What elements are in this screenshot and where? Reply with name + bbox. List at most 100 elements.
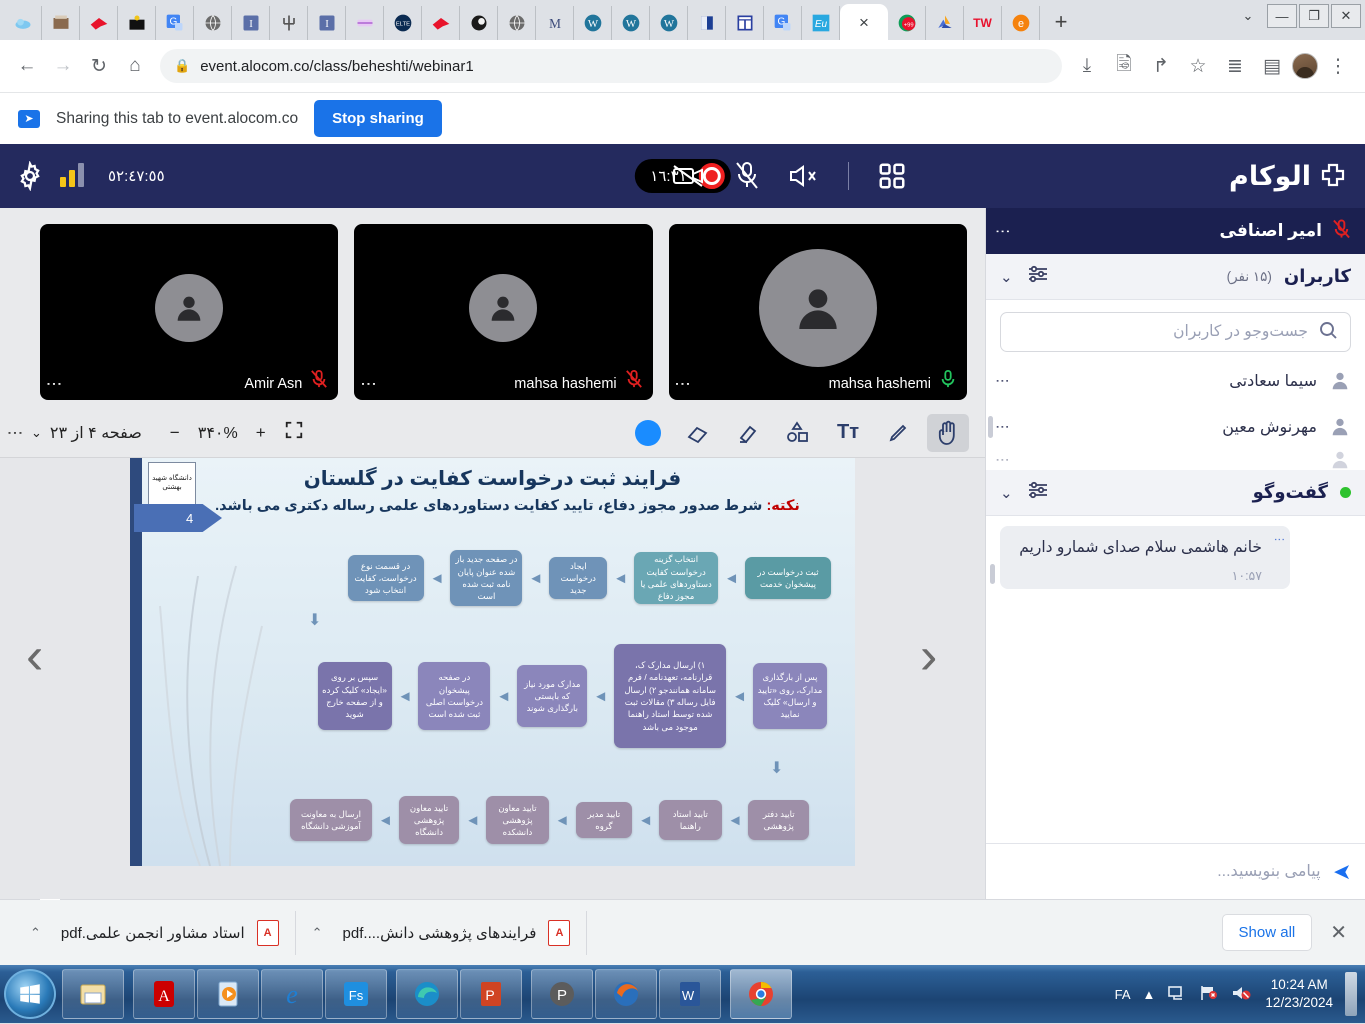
close-shelf-button[interactable]: ✕ <box>1330 920 1351 945</box>
browser-tab[interactable]: M <box>536 6 574 40</box>
mic-off-icon[interactable] <box>734 161 760 191</box>
close-icon[interactable]: × <box>859 14 869 31</box>
profile-avatar[interactable] <box>1292 53 1318 79</box>
color-picker-tool[interactable] <box>627 414 669 452</box>
stop-sharing-button[interactable]: Stop sharing <box>314 100 442 137</box>
video-tile[interactable]: ⋮ mahsa hashemi <box>669 224 967 400</box>
grid-layout-icon[interactable] <box>877 161 907 191</box>
language-indicator[interactable]: FA <box>1115 987 1131 1002</box>
new-tab-button[interactable]: + <box>1046 7 1076 37</box>
clock[interactable]: 10:24 AM 12/23/2024 <box>1265 976 1333 1012</box>
action-center-icon[interactable] <box>1199 984 1219 1005</box>
browser-tab[interactable] <box>346 6 384 40</box>
user-menu-icon[interactable]: ⋮ <box>1000 374 1005 388</box>
user-menu-icon[interactable]: ⋮ <box>1000 453 1005 467</box>
message-input[interactable] <box>1000 863 1321 881</box>
zoom-in-button[interactable]: + <box>256 423 266 443</box>
zoom-out-button[interactable]: − <box>170 423 180 443</box>
volume-muted-icon[interactable] <box>1231 984 1253 1005</box>
pencil-tool[interactable] <box>877 414 919 452</box>
chevron-down-icon[interactable]: ⌄ <box>1000 484 1013 502</box>
powerpoint-icon[interactable]: P <box>460 969 522 1019</box>
filter-settings-icon[interactable] <box>1027 264 1049 289</box>
reading-list-icon[interactable]: ≣ <box>1218 49 1252 83</box>
chat-section-header[interactable]: گفت‌وگو ⌄ <box>986 470 1365 516</box>
gear-icon[interactable] <box>14 160 46 192</box>
back-button[interactable]: ← <box>10 49 44 83</box>
browser-tab[interactable] <box>118 6 156 40</box>
close-window-button[interactable]: ✕ <box>1331 4 1361 28</box>
show-desktop-button[interactable] <box>1345 972 1357 1016</box>
video-tile[interactable]: ⋮ Amir Asn <box>40 224 338 400</box>
minimize-button[interactable]: — <box>1267 4 1297 28</box>
tile-menu-icon[interactable]: ⋮ <box>679 376 685 392</box>
browser-tab[interactable]: e <box>1002 6 1040 40</box>
browser-tab-strip[interactable]: G I I ELTE M W W W G Eu × +99 TW e + ⌄ —… <box>0 0 1365 40</box>
browser-tab[interactable]: +99 <box>888 6 926 40</box>
menu-kebab-icon[interactable]: ⋮ <box>1321 49 1355 83</box>
browser-tab[interactable]: Eu <box>802 6 840 40</box>
speaker-off-icon[interactable] <box>788 163 820 189</box>
internet-explorer-icon[interactable]: e <box>261 969 323 1019</box>
text-tool[interactable]: Tᴛ <box>827 414 869 452</box>
chat-scrollbar[interactable] <box>990 564 995 584</box>
filter-settings-icon[interactable] <box>1027 480 1049 505</box>
browser-tab[interactable]: I <box>308 6 346 40</box>
page-indicator[interactable]: ⌄ صفحه ۴ از ۲۳ <box>31 423 142 443</box>
explorer-icon[interactable] <box>62 969 124 1019</box>
chat-message[interactable]: ⋮ خانم هاشمی سلام صدای شمارو داریم ۱۰:۵۷ <box>1000 526 1290 589</box>
browser-tab[interactable] <box>422 6 460 40</box>
show-all-downloads-button[interactable]: Show all <box>1222 914 1313 951</box>
home-button[interactable]: ⌂ <box>118 49 152 83</box>
download-item[interactable]: A استاد مشاور انجمن علمی.pdf ⌃ <box>14 911 296 955</box>
browser-tab[interactable] <box>4 6 42 40</box>
share-icon[interactable]: ↱ <box>1144 49 1178 83</box>
media-player-icon[interactable] <box>197 969 259 1019</box>
shapes-tool[interactable] <box>777 414 819 452</box>
word-icon[interactable]: W <box>659 969 721 1019</box>
chat-messages[interactable]: ⋮ خانم هاشمی سلام صدای شمارو داریم ۱۰:۵۷ <box>986 516 1365 843</box>
search-input[interactable] <box>1013 323 1308 341</box>
show-hidden-icons-icon[interactable]: ▲ <box>1143 987 1156 1002</box>
start-button[interactable] <box>4 969 56 1019</box>
fullscreen-icon[interactable] <box>284 420 304 445</box>
reload-button[interactable]: ↻ <box>82 49 116 83</box>
highlighter-tool[interactable] <box>727 414 769 452</box>
forward-button[interactable]: → <box>46 49 80 83</box>
send-icon[interactable]: ➤ <box>1333 859 1351 885</box>
edge-icon[interactable] <box>396 969 458 1019</box>
browser-tab[interactable] <box>498 6 536 40</box>
maximize-button[interactable]: ❐ <box>1299 4 1329 28</box>
next-page-button[interactable]: › <box>920 626 937 686</box>
browser-tab[interactable]: W <box>650 6 688 40</box>
browser-tab[interactable]: ELTE <box>384 6 422 40</box>
users-scrollbar[interactable] <box>988 416 993 438</box>
chevron-up-icon[interactable]: ⌃ <box>30 925 41 941</box>
message-menu-icon[interactable]: ⋮ <box>1277 534 1281 545</box>
browser-tab[interactable]: G <box>764 6 802 40</box>
browser-tab[interactable]: W <box>574 6 612 40</box>
browser-tab[interactable] <box>80 6 118 40</box>
address-bar[interactable]: 🔒 event.alocom.co/class/beheshti/webinar… <box>160 49 1062 83</box>
fs-icon[interactable]: Fs <box>325 969 387 1019</box>
users-section-header[interactable]: کاربران (۱۵ نفر) ⌄ <box>986 254 1365 300</box>
download-icon[interactable]: ⤓ <box>1070 49 1104 83</box>
translate-icon[interactable]: 🗟 <box>1107 49 1141 83</box>
chevron-down-icon[interactable]: ⌄ <box>31 425 42 441</box>
browser-tab[interactable]: TW <box>964 6 1002 40</box>
user-menu-icon[interactable]: ⋮ <box>1000 420 1005 434</box>
tile-menu-icon[interactable]: ⋮ <box>50 376 56 392</box>
download-item[interactable]: A فرایندهای پژوهشی دانش....pdf ⌃ <box>296 911 588 955</box>
browser-tab[interactable] <box>726 6 764 40</box>
p-app-icon[interactable]: P <box>531 969 593 1019</box>
list-item[interactable]: ⋮ <box>986 450 1365 470</box>
bookmark-star-icon[interactable]: ☆ <box>1181 49 1215 83</box>
browser-tab[interactable]: G <box>156 6 194 40</box>
list-item[interactable]: سیما سعادتی ⋮ <box>986 358 1365 404</box>
video-tile[interactable]: ⋮ mahsa hashemi <box>354 224 652 400</box>
browser-tab[interactable]: W <box>612 6 650 40</box>
pdf-viewer[interactable]: ‹ › دانشگاه شهید بهشتی 4 فرایند ثبت درخو… <box>0 458 985 899</box>
chevron-up-icon[interactable]: ⌃ <box>312 925 323 941</box>
mic-off-icon[interactable] <box>1332 218 1351 245</box>
side-panel-icon[interactable]: ▤ <box>1255 49 1289 83</box>
